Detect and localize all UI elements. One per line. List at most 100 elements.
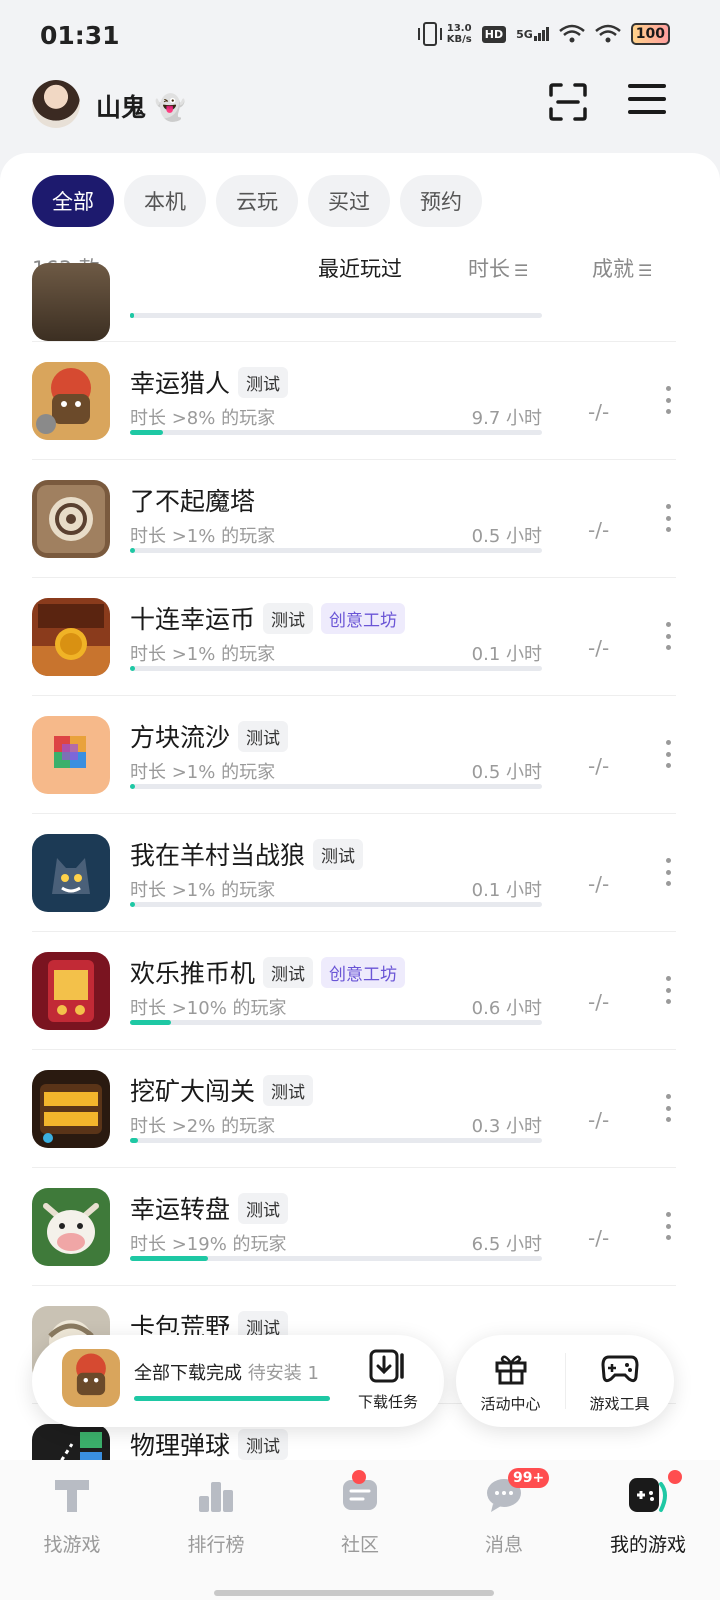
game-icon xyxy=(32,263,110,341)
tab-my-games[interactable]: 我的游戏 xyxy=(576,1460,720,1600)
more-icon[interactable] xyxy=(664,858,672,886)
gamepad-icon xyxy=(600,1355,639,1383)
achievement: -/- xyxy=(588,990,610,1014)
progress-bar xyxy=(130,548,542,553)
gift-icon xyxy=(495,1355,526,1385)
game-tools-button[interactable]: 游戏工具 xyxy=(565,1335,674,1427)
download-pill[interactable]: 全部下载完成 待安装 1 下载任务 xyxy=(32,1335,444,1427)
download-status: 全部下载完成 待安装 1 xyxy=(134,1363,319,1384)
download-task-label: 下载任务 xyxy=(357,1393,418,1411)
game-title: 欢乐推币机 xyxy=(130,959,256,988)
sort-icon: ☰ xyxy=(514,261,529,280)
achievement: -/- xyxy=(588,1108,610,1132)
ranking-icon xyxy=(199,1482,233,1512)
sort-achievement[interactable]: 成就 ☰ xyxy=(592,253,652,283)
filter-all[interactable]: 全部 xyxy=(32,175,114,227)
tag-test: 测试 xyxy=(238,720,289,752)
activity-center-button[interactable]: 活动中心 xyxy=(456,1335,565,1427)
my-games-badge xyxy=(668,1470,682,1484)
message-badge: 99+ xyxy=(508,1468,550,1488)
game-sub: 时长 >2% 的玩家 xyxy=(130,1116,276,1137)
filter-chips: 全部 本机 云玩 买过 预约 xyxy=(32,175,482,227)
progress-bar xyxy=(130,902,542,907)
play-hours: 0.6 小时 xyxy=(471,998,542,1019)
main-card: 全部 本机 云玩 买过 预约 163 款 最近玩过 时长☰ 成就☰ 幸运猎人测试… xyxy=(0,153,720,1463)
hd-icon: HD xyxy=(481,25,507,43)
achievement: -/- xyxy=(588,400,610,424)
tag-workshop: 创意工坊 xyxy=(321,956,406,988)
more-icon[interactable] xyxy=(664,1094,672,1122)
community-badge xyxy=(352,1470,366,1484)
play-hours: 0.1 小时 xyxy=(471,880,542,901)
net-speed: 13.0 KB/s xyxy=(446,23,472,45)
game-sub: 时长 >1% 的玩家 xyxy=(130,762,276,783)
more-icon[interactable] xyxy=(664,622,672,650)
progress-fill xyxy=(130,548,135,553)
game-list: 幸运猎人 测试 时长 >8% 的玩家 9.7 小时 -/- 了不起魔塔 时长 >1… xyxy=(0,263,720,1463)
more-icon[interactable] xyxy=(664,386,672,414)
more-icon[interactable] xyxy=(664,504,672,532)
game-sub: 时长 >1% 的玩家 xyxy=(130,644,276,665)
game-icon xyxy=(32,1188,110,1266)
tag-test: 测试 xyxy=(238,1428,289,1460)
game-title: 幸运猎人 xyxy=(130,369,231,398)
more-icon[interactable] xyxy=(664,740,672,768)
game-title: 幸运转盘 xyxy=(130,1195,231,1224)
tag-test: 测试 xyxy=(313,838,364,870)
list-item[interactable]: 挖矿大闯关 测试 时长 >2% 的玩家 0.3 小时 -/- xyxy=(32,1049,676,1167)
tab-find-game[interactable]: 找游戏 xyxy=(0,1460,144,1600)
game-sub: 时长 >19% 的玩家 xyxy=(130,1234,287,1255)
game-title: 挖矿大闯关 xyxy=(130,1077,256,1106)
more-icon[interactable] xyxy=(664,976,672,1004)
tab-ranking[interactable]: 排行榜 xyxy=(144,1460,288,1600)
download-game-icon xyxy=(62,1349,120,1407)
progress-bar xyxy=(130,1256,542,1261)
game-sub: 时长 >1% 的玩家 xyxy=(130,526,276,547)
filter-cloud[interactable]: 云玩 xyxy=(216,175,298,227)
avatar[interactable] xyxy=(32,80,80,128)
tool-pill: 活动中心 游戏工具 xyxy=(456,1335,674,1427)
list-item[interactable]: 幸运转盘 测试 时长 >19% 的玩家 6.5 小时 -/- xyxy=(32,1167,676,1285)
progress-fill xyxy=(130,430,163,435)
sort-recent[interactable]: 最近玩过 xyxy=(318,253,402,283)
sort-duration[interactable]: 时长 ☰ xyxy=(468,253,528,283)
list-item[interactable]: 欢乐推币机 测试 创意工坊 时长 >10% 的玩家 0.6 小时 -/- xyxy=(32,931,676,1049)
vibrate-icon xyxy=(417,22,442,46)
tab-community[interactable]: 社区 xyxy=(288,1460,432,1600)
tab-messages[interactable]: 99+ 消息 xyxy=(432,1460,576,1600)
progress-bar xyxy=(130,1138,542,1143)
list-item[interactable]: 我在羊村当战狼 测试 时长 >1% 的玩家 0.1 小时 -/- xyxy=(32,813,676,931)
game-sub: 时长 >8% 的玩家 xyxy=(130,408,276,429)
play-hours: 0.3 小时 xyxy=(471,1116,542,1137)
sort-row: 163 款 最近玩过 时长☰ 成就☰ xyxy=(32,253,688,289)
list-item[interactable]: 十连幸运币 测试 创意工坊 时长 >1% 的玩家 0.1 小时 -/- xyxy=(32,577,676,695)
filter-local[interactable]: 本机 xyxy=(124,175,206,227)
sort-icon: ☰ xyxy=(638,261,653,280)
battery-icon: 100 xyxy=(630,23,670,45)
game-title: 十连幸运币 xyxy=(130,605,256,634)
list-item[interactable] xyxy=(32,263,676,341)
achievement: -/- xyxy=(588,872,610,896)
scan-icon[interactable] xyxy=(548,82,588,122)
username[interactable]: 山鬼 👻 xyxy=(96,88,186,124)
more-icon[interactable] xyxy=(664,1212,672,1240)
bottom-tab-bar: 找游戏 排行榜 社区 99+ 消息 我的游戏 xyxy=(0,1460,720,1600)
list-item[interactable]: 方块流沙 测试 时长 >1% 的玩家 0.5 小时 -/- xyxy=(32,695,676,813)
tag-test: 测试 xyxy=(263,1074,314,1106)
achievement: -/- xyxy=(588,754,610,778)
menu-icon[interactable] xyxy=(628,84,666,118)
home-indicator xyxy=(214,1590,494,1596)
find-game-icon xyxy=(55,1480,89,1512)
progress-bar xyxy=(130,1020,542,1025)
game-title: 物理弹球 xyxy=(130,1431,231,1460)
list-item[interactable]: 幸运猎人 测试 时长 >8% 的玩家 9.7 小时 -/- xyxy=(32,341,676,459)
progress-bar xyxy=(130,313,542,318)
game-icon xyxy=(32,952,110,1030)
filter-bought[interactable]: 买过 xyxy=(308,175,390,227)
list-item[interactable]: 了不起魔塔 时长 >1% 的玩家 0.5 小时 -/- xyxy=(32,459,676,577)
download-task-button[interactable]: 下载任务 xyxy=(348,1349,428,1412)
filter-reserved[interactable]: 预约 xyxy=(400,175,482,227)
play-hours: 6.5 小时 xyxy=(471,1234,542,1255)
tag-test: 测试 xyxy=(263,956,314,988)
game-sub: 时长 >10% 的玩家 xyxy=(130,998,287,1019)
